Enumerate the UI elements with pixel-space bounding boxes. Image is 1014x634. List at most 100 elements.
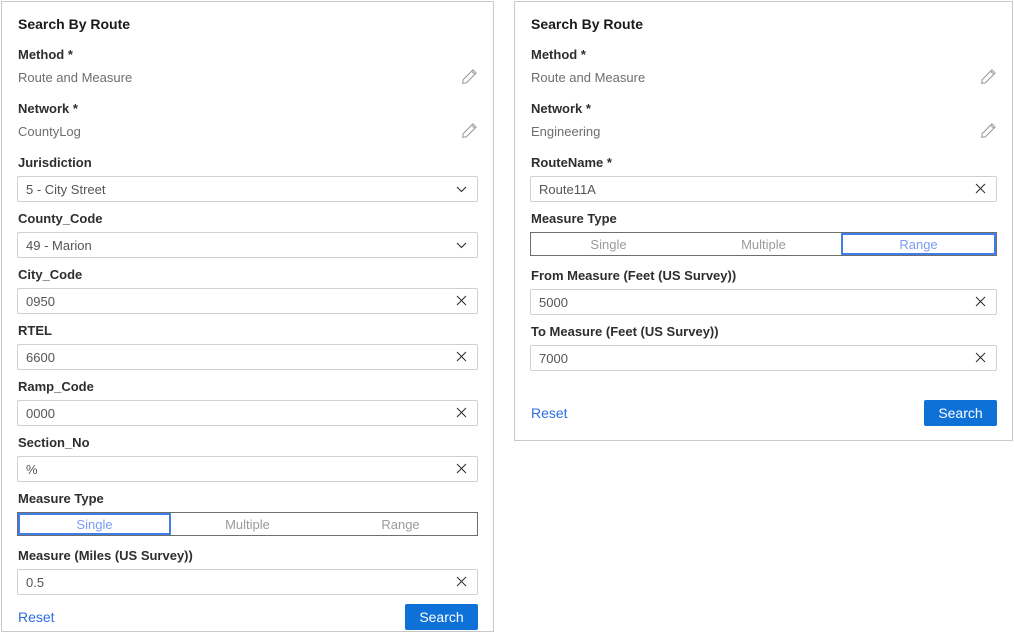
rtel-label: RTEL bbox=[18, 323, 478, 339]
city-code-field: City_Code bbox=[17, 267, 478, 314]
method-value: Route and Measure bbox=[18, 70, 132, 86]
ramp-code-input[interactable] bbox=[18, 401, 445, 425]
route-name-box bbox=[530, 176, 997, 202]
county-code-label: County_Code bbox=[18, 211, 478, 227]
measure-type-option-single[interactable]: Single bbox=[18, 513, 171, 535]
panel-footer: Reset Search bbox=[17, 604, 478, 630]
to-measure-field: To Measure (Feet (US Survey)) bbox=[530, 324, 997, 371]
to-measure-box bbox=[530, 345, 997, 371]
section-no-field: Section_No bbox=[17, 435, 478, 482]
clear-from-measure-button[interactable] bbox=[964, 290, 996, 314]
network-label: Network * bbox=[18, 101, 478, 117]
from-measure-label: From Measure (Feet (US Survey)) bbox=[531, 268, 997, 284]
section-no-box bbox=[17, 456, 478, 482]
route-name-input[interactable] bbox=[531, 177, 964, 201]
from-measure-box bbox=[530, 289, 997, 315]
network-value: CountyLog bbox=[18, 124, 81, 140]
city-code-label: City_Code bbox=[18, 267, 478, 283]
clear-section-no-button[interactable] bbox=[445, 457, 477, 481]
ramp-code-field: Ramp_Code bbox=[17, 379, 478, 426]
reset-button[interactable]: Reset bbox=[530, 405, 568, 421]
network-label: Network * bbox=[531, 101, 997, 117]
measure-type-field: Measure Type Single Multiple Range bbox=[530, 211, 997, 256]
close-icon bbox=[456, 406, 467, 421]
close-icon bbox=[456, 350, 467, 365]
rtel-box bbox=[17, 344, 478, 370]
section-no-label: Section_No bbox=[18, 435, 478, 451]
method-label: Method * bbox=[18, 47, 478, 63]
jurisdiction-select[interactable]: 5 - City Street bbox=[17, 176, 478, 202]
county-code-field: County_Code 49 - Marion bbox=[17, 211, 478, 258]
clear-measure-button[interactable] bbox=[445, 570, 477, 594]
close-icon bbox=[975, 295, 986, 310]
close-icon bbox=[456, 294, 467, 309]
measure-box bbox=[17, 569, 478, 595]
network-row: CountyLog bbox=[18, 122, 478, 142]
rtel-input[interactable] bbox=[18, 345, 445, 369]
close-icon bbox=[456, 462, 467, 477]
edit-network-button[interactable] bbox=[461, 122, 478, 142]
jurisdiction-field: Jurisdiction 5 - City Street bbox=[17, 155, 478, 202]
clear-ramp-code-button[interactable] bbox=[445, 401, 477, 425]
chevron-down-icon bbox=[445, 233, 477, 257]
from-measure-input[interactable] bbox=[531, 290, 964, 314]
close-icon bbox=[975, 182, 986, 197]
clear-city-code-button[interactable] bbox=[445, 289, 477, 313]
county-code-selected-value: 49 - Marion bbox=[18, 238, 100, 253]
network-value: Engineering bbox=[531, 124, 600, 140]
page-title: Search By Route bbox=[531, 16, 997, 32]
measure-type-option-multiple[interactable]: Multiple bbox=[171, 513, 324, 535]
ramp-code-label: Ramp_Code bbox=[18, 379, 478, 395]
page-title: Search By Route bbox=[18, 16, 478, 32]
pencil-icon bbox=[461, 122, 478, 142]
measure-type-label: Measure Type bbox=[531, 211, 997, 227]
route-name-field: RouteName * bbox=[530, 155, 997, 202]
measure-type-label: Measure Type bbox=[18, 491, 478, 507]
close-icon bbox=[456, 575, 467, 590]
jurisdiction-label: Jurisdiction bbox=[18, 155, 478, 171]
search-button[interactable]: Search bbox=[405, 604, 478, 630]
section-no-input[interactable] bbox=[18, 457, 445, 481]
ramp-code-box bbox=[17, 400, 478, 426]
measure-type-option-range[interactable]: Range bbox=[324, 513, 477, 535]
city-code-box bbox=[17, 288, 478, 314]
pencil-icon bbox=[980, 68, 997, 88]
measure-input[interactable] bbox=[18, 570, 445, 594]
edit-method-button[interactable] bbox=[980, 68, 997, 88]
pencil-icon bbox=[980, 122, 997, 142]
measure-type-option-multiple[interactable]: Multiple bbox=[686, 233, 841, 255]
measure-type-segmented-control: Single Multiple Range bbox=[530, 232, 997, 256]
chevron-down-icon bbox=[445, 177, 477, 201]
measure-type-segmented-control: Single Multiple Range bbox=[17, 512, 478, 536]
method-row: Route and Measure bbox=[531, 68, 997, 88]
clear-route-name-button[interactable] bbox=[964, 177, 996, 201]
method-value: Route and Measure bbox=[531, 70, 645, 86]
to-measure-input[interactable] bbox=[531, 346, 964, 370]
close-icon bbox=[975, 351, 986, 366]
route-name-label: RouteName * bbox=[531, 155, 997, 171]
measure-type-option-single[interactable]: Single bbox=[531, 233, 686, 255]
network-row: Engineering bbox=[531, 122, 997, 142]
search-by-route-panel-right: Search By Route Method * Route and Measu… bbox=[514, 1, 1013, 441]
jurisdiction-selected-value: 5 - City Street bbox=[18, 182, 113, 197]
clear-rtel-button[interactable] bbox=[445, 345, 477, 369]
measure-type-option-range[interactable]: Range bbox=[841, 233, 996, 255]
measure-field: Measure (Miles (US Survey)) bbox=[17, 548, 478, 595]
panel-footer: Reset Search bbox=[530, 400, 997, 426]
method-label: Method * bbox=[531, 47, 997, 63]
clear-to-measure-button[interactable] bbox=[964, 346, 996, 370]
search-button[interactable]: Search bbox=[924, 400, 997, 426]
measure-type-field: Measure Type Single Multiple Range bbox=[17, 491, 478, 536]
edit-method-button[interactable] bbox=[461, 68, 478, 88]
measure-label: Measure (Miles (US Survey)) bbox=[18, 548, 478, 564]
search-by-route-panel-left: Search By Route Method * Route and Measu… bbox=[1, 1, 494, 632]
to-measure-label: To Measure (Feet (US Survey)) bbox=[531, 324, 997, 340]
edit-network-button[interactable] bbox=[980, 122, 997, 142]
from-measure-field: From Measure (Feet (US Survey)) bbox=[530, 268, 997, 315]
reset-button[interactable]: Reset bbox=[17, 609, 55, 625]
county-code-select[interactable]: 49 - Marion bbox=[17, 232, 478, 258]
method-row: Route and Measure bbox=[18, 68, 478, 88]
rtel-field: RTEL bbox=[17, 323, 478, 370]
pencil-icon bbox=[461, 68, 478, 88]
city-code-input[interactable] bbox=[18, 289, 445, 313]
